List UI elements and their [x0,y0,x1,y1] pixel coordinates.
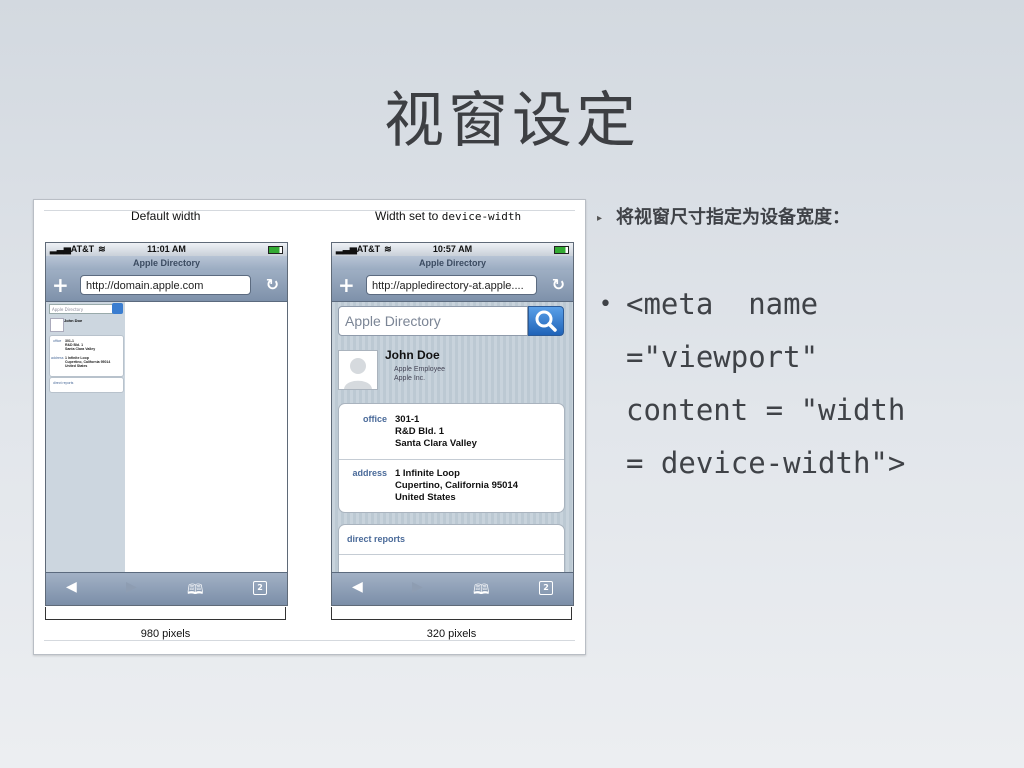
browser-toolbar: ◀ ▶ 🕮 2 [332,572,573,605]
code-line: = device-width"> [626,446,906,480]
mini-search-input[interactable]: Apple Directory [49,304,113,314]
back-arrow-icon[interactable]: ◀ [352,579,363,595]
mini-avatar [50,318,64,332]
back-arrow-icon[interactable]: ◀ [66,579,77,595]
address-line[interactable]: 1 Infinite Loop [395,468,460,480]
mini-address-line: United States [65,364,88,368]
battery-icon [554,246,569,254]
address-line[interactable]: United States [395,492,456,504]
mini-page: Apple Directory John Doe office 301-1 R&… [46,302,125,572]
forward-arrow-icon[interactable]: ▶ [126,579,137,595]
mini-office-line: Santa Clara Valley [65,347,96,351]
battery-icon [268,246,283,254]
bookmarks-icon[interactable]: 🕮 [473,579,490,603]
reload-icon[interactable]: ↻ [266,274,279,296]
comparison-figure: Default width Width set to device-width … [33,199,586,655]
person-silhouette-icon [344,358,372,389]
bullet-dot-icon: • [599,292,612,317]
mini-info-card: office 301-1 R&D Bld. 1 Santa Clara Vall… [49,335,124,377]
direct-reports-label: direct reports [347,534,406,544]
left-caption: Default width [131,209,201,223]
mini-person-name: John Doe [64,318,83,323]
magnifier-icon [535,310,557,332]
address-line[interactable]: Cupertino, California 95014 [395,480,518,492]
sub-bullet-text: 将视窗尺寸指定为设备宽度： [616,207,851,228]
person-name: John Doe [385,348,440,362]
code-line: content = "width [626,393,906,427]
address-bar: + http://domain.apple.com ↻ [46,270,287,302]
office-label: office [362,414,387,424]
directory-page: Apple Directory John Doe Apple Employee … [332,302,573,572]
right-caption-code: device-width [441,210,522,223]
slide-title: 视窗设定 [384,86,640,156]
triangle-bullet-icon: ▸ [597,212,603,224]
left-width-label: 980 pixels [140,628,191,640]
right-caption: Width set to device-width [375,209,521,223]
width-bracket-right [331,607,572,620]
mini-reports-label: direct reports [53,381,74,385]
width-bracket-left [45,607,286,620]
code-bullet: • <meta name ="viewport" content = "widt… [599,278,999,490]
status-time: 11:01 AM [147,244,186,254]
avatar [338,350,378,390]
pages-icon[interactable]: 2 [539,581,553,595]
status-bar: ▂▃▅AT&T ≋ 11:01 AM [46,243,287,256]
person-company: Apple Inc. [394,375,426,382]
plus-icon[interactable]: + [52,273,69,297]
address-label: address [352,468,387,478]
page-title-bar: Apple Directory [332,256,573,270]
pages-icon[interactable]: 2 [253,581,267,595]
row-divider [339,459,564,460]
code-line: ="viewport" [626,340,819,374]
code-line: <meta name [626,287,819,321]
url-field[interactable]: http://appledirectory-at.apple.... [366,275,537,295]
status-bar: ▂▃▅AT&T ≋ 10:57 AM [332,243,573,256]
right-width-label: 320 pixels [426,628,477,640]
contact-info-card: office 301-1 R&D Bld. 1 Santa Clara Vall… [338,403,565,513]
reload-icon[interactable]: ↻ [552,274,565,296]
directory-search-input[interactable]: Apple Directory [338,306,528,336]
right-caption-prefix: Width set to [375,209,442,223]
mini-address-label: address [51,356,64,360]
person-role: Apple Employee [394,366,445,373]
forward-arrow-icon[interactable]: ▶ [412,579,423,595]
office-line: R&D Bld. 1 [395,426,445,437]
sub-bullet: ▸ 将视窗尺寸指定为设备宽度： [597,203,850,229]
plus-icon[interactable]: + [338,273,355,297]
bookmarks-icon[interactable]: 🕮 [187,579,204,603]
figure-frame-bottom [44,640,575,641]
mini-office-label: office [53,339,62,343]
left-phone-screen: ▂▃▅AT&T ≋ 11:01 AM Apple Directory + http… [45,242,288,606]
direct-reports-card[interactable]: direct reports [338,524,565,572]
right-phone-screen: ▂▃▅AT&T ≋ 10:57 AM Apple Directory + http… [331,242,574,606]
page-title-bar: Apple Directory [46,256,287,270]
office-line: 301-1 [395,414,420,425]
office-line: Santa Clara Valley [395,438,477,449]
row-divider [339,554,564,555]
mini-reports-card[interactable]: direct reports [49,377,124,393]
address-bar: + http://appledirectory-at.apple.... ↻ [332,270,573,302]
mini-search-button[interactable] [112,303,123,314]
status-time: 10:57 AM [432,244,473,254]
browser-toolbar: ◀ ▶ 🕮 2 [46,572,287,605]
url-field[interactable]: http://domain.apple.com [80,275,251,295]
search-button[interactable] [528,306,564,336]
